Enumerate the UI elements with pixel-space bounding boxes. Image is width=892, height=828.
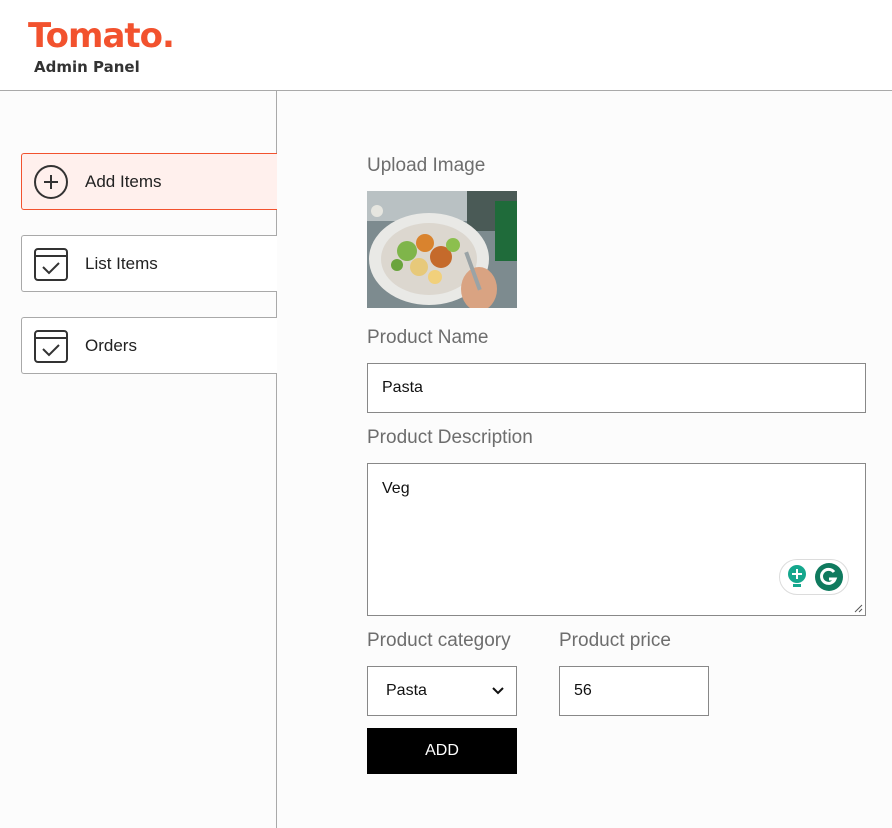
product-name-value: Pasta <box>382 379 423 396</box>
grammarly-icon <box>815 563 843 591</box>
sidebar-item-orders[interactable]: Orders <box>21 317 277 374</box>
product-description-textarea[interactable]: Veg <box>367 463 866 616</box>
product-description-label: Product Description <box>367 427 533 448</box>
checklist-icon <box>33 328 69 364</box>
product-name-label: Product Name <box>367 327 489 348</box>
product-price-value: 56 <box>574 682 592 699</box>
product-price-label: Product price <box>559 630 671 651</box>
sidebar-item-add-items[interactable]: Add Items <box>21 153 277 210</box>
checklist-icon <box>33 246 69 282</box>
sidebar-item-label: Add Items <box>85 171 162 191</box>
admin-panel-subtitle: Admin Panel <box>34 58 140 76</box>
upload-image-label: Upload Image <box>367 155 486 176</box>
product-price-input[interactable]: 56 <box>559 666 709 716</box>
product-category-label: Product category <box>367 630 511 651</box>
product-category-value: Pasta <box>386 682 427 699</box>
sidebar-item-label: Orders <box>85 335 137 355</box>
product-category-select[interactable]: Pasta <box>367 666 517 716</box>
top-navbar: Tomato. Admin Panel <box>0 0 892 91</box>
add-button[interactable]: ADD <box>367 728 517 774</box>
lightbulb-icon <box>788 565 806 587</box>
upload-image-preview[interactable] <box>367 191 517 308</box>
resize-handle-icon[interactable] <box>853 603 863 613</box>
sidebar-item-label: List Items <box>85 253 158 273</box>
grammarly-widget[interactable] <box>779 559 849 595</box>
food-photo-image <box>367 191 517 308</box>
product-name-input[interactable]: Pasta <box>367 363 866 413</box>
product-description-value: Veg <box>382 480 410 497</box>
chevron-down-icon <box>492 687 504 695</box>
sidebar-item-list-items[interactable]: List Items <box>21 235 277 292</box>
logo: Tomato. <box>28 16 175 56</box>
plus-circle-icon <box>33 164 69 200</box>
sidebar: Add Items List Items Orders <box>0 91 277 828</box>
